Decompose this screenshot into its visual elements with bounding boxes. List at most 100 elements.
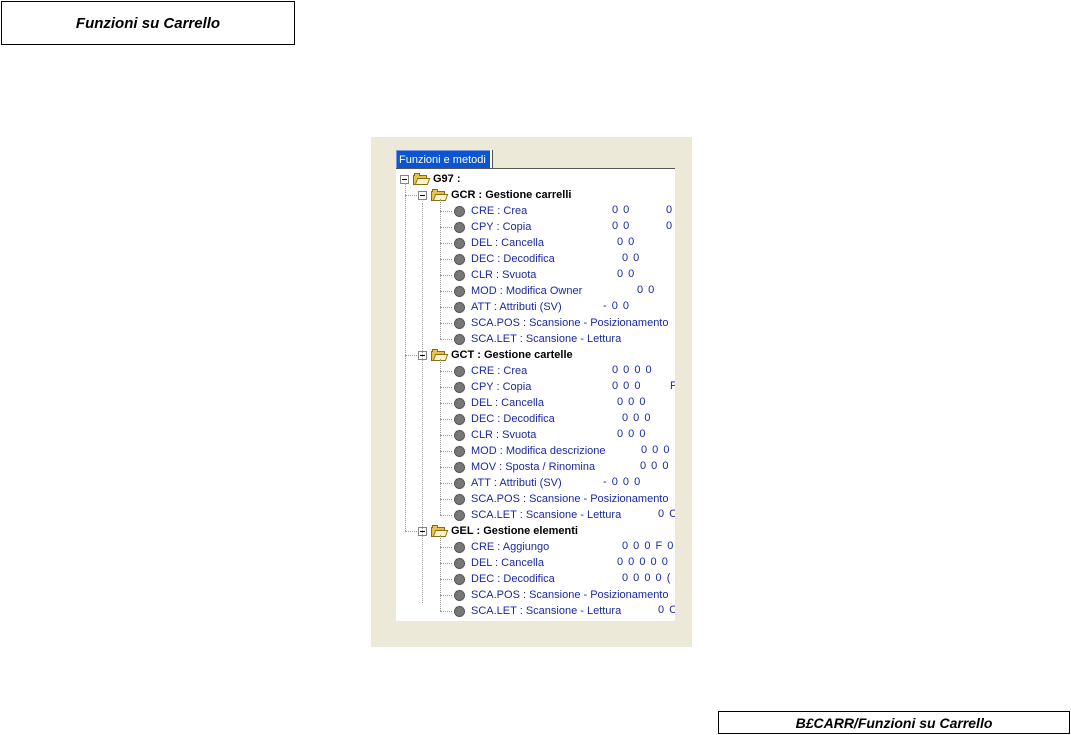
tree-connector bbox=[440, 499, 452, 500]
method-gear-icon bbox=[454, 365, 465, 377]
tree-connector bbox=[440, 387, 452, 388]
method-label: SCA.LET : Scansione - Lettura bbox=[471, 605, 622, 617]
tree-leaf-item[interactable]: CRE : Crea bbox=[454, 203, 675, 219]
method-gear-icon bbox=[454, 557, 465, 569]
method-label: DEL : Cancella bbox=[471, 237, 544, 249]
tab-edge bbox=[490, 150, 493, 168]
method-gear-icon bbox=[454, 269, 465, 281]
tree-connector bbox=[440, 451, 452, 452]
tab-funzioni-e-metodi[interactable]: Funzioni e metodi bbox=[396, 150, 491, 168]
tree-node-label: G97 : bbox=[433, 173, 461, 185]
tree-connector bbox=[440, 535, 441, 611]
tree-connector bbox=[440, 359, 441, 515]
method-gear-icon bbox=[454, 317, 465, 329]
tree-connector bbox=[440, 547, 452, 548]
method-label: MOV : Sposta / Rinomina bbox=[471, 461, 596, 473]
folder-open-icon bbox=[431, 349, 449, 361]
collapse-icon[interactable] bbox=[418, 190, 427, 200]
tree-leaf-item[interactable]: ATT : Attributi (SV) bbox=[454, 299, 675, 315]
tree-connector bbox=[440, 595, 452, 596]
method-label: DEC : Decodifica bbox=[471, 253, 555, 265]
method-value: 0 0 0 bbox=[641, 444, 671, 456]
tree-leaf-item[interactable]: SCA.POS : Scansione - Posizionamento bbox=[454, 491, 675, 507]
method-value: 0 0 bbox=[637, 284, 656, 296]
method-label: DEL : Cancella bbox=[471, 557, 544, 569]
method-gear-icon bbox=[454, 397, 465, 409]
method-label: MOD : Modifica Owner bbox=[471, 285, 583, 297]
tree-leaf-item[interactable]: SCA.LET : Scansione - Lettura bbox=[454, 331, 675, 347]
method-value: - 0 0 bbox=[603, 300, 631, 312]
method-value: 0 C bbox=[658, 508, 675, 520]
tree-connector bbox=[440, 199, 441, 339]
tree-group-label: GCT : Gestione cartelle bbox=[451, 349, 573, 361]
tree-node-root[interactable]: G97 : bbox=[400, 171, 461, 187]
tree-connector bbox=[440, 403, 452, 404]
method-label: CRE : Crea bbox=[471, 205, 528, 217]
method-extra-value: 0 bbox=[666, 220, 674, 232]
method-label: MOD : Modifica descrizione bbox=[471, 445, 606, 457]
method-value: 0 0 bbox=[617, 236, 636, 248]
tree-connector bbox=[440, 291, 452, 292]
method-label: SCA.POS : Scansione - Posizionamento bbox=[471, 589, 669, 601]
method-gear-icon bbox=[454, 285, 465, 297]
method-gear-icon bbox=[454, 541, 465, 553]
tree-leaf-item[interactable]: SCA.LET : Scansione - Lettura bbox=[454, 507, 675, 523]
tree-connector bbox=[440, 611, 452, 612]
tree-connector bbox=[405, 195, 417, 196]
tree-leaf-item[interactable]: ATT : Attributi (SV) bbox=[454, 475, 675, 491]
method-gear-icon bbox=[454, 477, 465, 489]
method-label: DEC : Decodifica bbox=[471, 413, 555, 425]
tree-connector bbox=[440, 211, 452, 212]
method-gear-icon bbox=[454, 301, 465, 313]
tree-leaf-item[interactable]: DEL : Cancella bbox=[454, 235, 675, 251]
tree-connector bbox=[440, 275, 452, 276]
method-extra-value: F bbox=[670, 380, 675, 392]
tree-connector bbox=[405, 531, 417, 532]
tree-group-node[interactable]: GCT : Gestione cartelle bbox=[418, 347, 573, 363]
method-value: 0 0 0 0 bbox=[612, 364, 653, 376]
method-gear-icon bbox=[454, 429, 465, 441]
method-gear-icon bbox=[454, 493, 465, 505]
method-gear-icon bbox=[454, 461, 465, 473]
tree-connector bbox=[440, 227, 452, 228]
method-label: CLR : Svuota bbox=[471, 429, 537, 441]
tree-connector bbox=[440, 483, 452, 484]
tree-connector bbox=[440, 307, 452, 308]
folder-open-icon bbox=[431, 525, 449, 537]
tree-connector bbox=[440, 579, 452, 580]
tree-connector bbox=[440, 259, 452, 260]
method-value: 0 0 bbox=[612, 204, 631, 216]
tree-leaf-item[interactable]: SCA.LET : Scansione - Lettura bbox=[454, 603, 675, 619]
tree-connector bbox=[440, 419, 452, 420]
tree-group-node[interactable]: GCR : Gestione carrelli bbox=[418, 187, 571, 203]
method-value: 0 0 0 bbox=[617, 396, 647, 408]
method-label: CRE : Crea bbox=[471, 365, 528, 377]
functions-panel: Funzioni e metodi G97 : GCR : Gestione ca… bbox=[371, 137, 692, 647]
tree-leaf-item[interactable]: DEC : Decodifica bbox=[454, 251, 675, 267]
method-value: 0 0 0 bbox=[622, 412, 652, 424]
method-label: ATT : Attributi (SV) bbox=[471, 477, 562, 489]
method-value: 0 0 bbox=[612, 220, 631, 232]
tree-leaf-item[interactable]: SCA.POS : Scansione - Posizionamento bbox=[454, 587, 675, 603]
tree-group-node[interactable]: GEL : Gestione elementi bbox=[418, 523, 578, 539]
method-gear-icon bbox=[454, 381, 465, 393]
method-value: 0 0 0 bbox=[640, 460, 670, 472]
tree-connector bbox=[405, 183, 406, 531]
tree-leaf-item[interactable]: CLR : Svuota bbox=[454, 267, 675, 283]
method-gear-icon bbox=[454, 253, 465, 265]
method-gear-icon bbox=[454, 237, 465, 249]
method-gear-icon bbox=[454, 589, 465, 601]
tree-leaf-item[interactable]: SCA.POS : Scansione - Posizionamento bbox=[454, 315, 675, 331]
tree-connector bbox=[440, 515, 452, 516]
tree-leaf-item[interactable]: CPY : Copia bbox=[454, 219, 675, 235]
method-label: SCA.POS : Scansione - Posizionamento bbox=[471, 317, 669, 329]
tree-connector bbox=[440, 467, 452, 468]
method-label: CLR : Svuota bbox=[471, 269, 537, 281]
method-value: 0 C bbox=[658, 604, 675, 616]
folder-open-icon bbox=[431, 189, 449, 201]
tree-leaf-item[interactable]: CPY : Copia bbox=[454, 379, 675, 395]
method-gear-icon bbox=[454, 205, 465, 217]
method-gear-icon bbox=[454, 605, 465, 617]
method-extra-value: 0 bbox=[666, 204, 674, 216]
functions-tree: G97 : GCR : Gestione carrelli CRE : Crea 0 … bbox=[396, 168, 675, 621]
